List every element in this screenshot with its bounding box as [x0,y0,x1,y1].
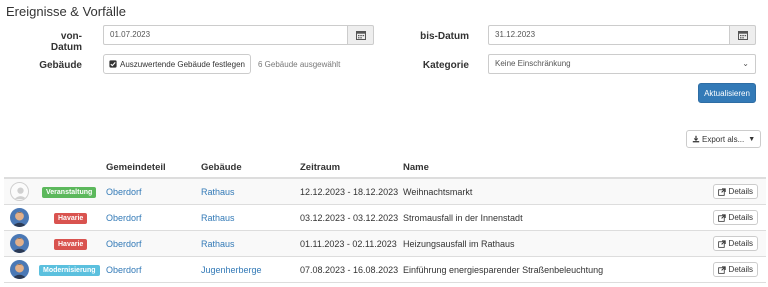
download-icon [692,135,700,143]
district-link[interactable]: Oberdorf [106,265,142,275]
table-row: Modernisierung Oberdorf Jugenherberge 07… [4,257,766,283]
details-label: Details [728,213,753,222]
check-square-icon [109,60,117,68]
to-date-calendar-button[interactable] [730,25,756,45]
district-link[interactable]: Oberdorf [106,213,142,223]
export-label: Export als... [702,134,745,144]
details-label: Details [728,187,753,196]
chevron-down-icon: ⌄ [742,59,749,68]
avatar [10,234,29,253]
refresh-button[interactable]: Aktualisieren [698,83,756,103]
building-link[interactable]: Rathaus [201,213,235,223]
category-badge: Modernisierung [39,265,100,276]
from-date-label: von-Datum [50,31,82,53]
category-badge: Havarie [54,213,88,224]
details-button[interactable]: Details [712,262,758,277]
category-label: Kategorie [422,60,469,71]
table-row: Havarie Oberdorf Rathaus 01.11.2023 - 02… [4,231,766,257]
details-button[interactable]: Details [712,184,758,199]
from-date-calendar-button[interactable] [348,25,374,45]
to-date-label: bis-Datum [420,31,469,42]
period-cell: 01.11.2023 - 02.11.2023 [300,239,397,249]
building-link[interactable]: Rathaus [201,187,235,197]
column-header-period: Zeitraum [300,162,341,173]
export-dropdown-button[interactable]: Export als... ▼ [686,130,762,148]
event-name-cell: Stromausfall in der Innenstadt [403,213,523,223]
category-badge: Havarie [54,239,88,250]
external-link-icon [717,213,726,222]
select-buildings-label: Auszuwertende Gebäude festlegen [120,59,245,69]
buildings-selected-count: 6 Gebäude ausgewählt [258,60,341,69]
table-row: Havarie Oberdorf Rathaus 03.12.2023 - 03… [4,205,766,231]
district-link[interactable]: Oberdorf [106,187,142,197]
to-date-input[interactable]: 31.12.2023 [488,25,730,45]
column-header-name: Name [403,162,429,173]
user-icon [10,182,29,201]
category-badge: Veranstaltung [42,187,97,198]
event-name-cell: Weihnachtsmarkt [403,187,473,197]
period-cell: 03.12.2023 - 03.12.2023 [300,213,399,223]
details-button[interactable]: Details [712,236,758,251]
calendar-icon [737,31,748,40]
calendar-icon [355,31,366,40]
column-header-district: Gemeindeteil [106,162,166,173]
details-button[interactable]: Details [712,210,758,225]
table-row: Veranstaltung Oberdorf Rathaus 12.12.202… [4,179,766,205]
details-label: Details [728,265,753,274]
category-select[interactable]: Keine Einschränkung ⌄ [488,54,756,74]
from-date-input[interactable]: 01.07.2023 [103,25,348,45]
details-label: Details [728,239,753,248]
page-title: Ereignisse & Vorfälle [6,4,126,19]
external-link-icon [717,265,726,274]
building-link[interactable]: Rathaus [201,239,235,249]
select-buildings-button[interactable]: Auszuwertende Gebäude festlegen [103,54,251,74]
event-name-cell: Einführung energiesparender Straßenbeleu… [403,265,604,275]
event-name-cell: Heizungsausfall im Rathaus [403,239,515,249]
caret-down-icon: ▼ [748,135,756,143]
avatar [10,260,29,279]
external-link-icon [717,187,726,196]
external-link-icon [717,239,726,248]
column-header-building: Gebäude [201,162,242,173]
district-link[interactable]: Oberdorf [106,239,142,249]
buildings-label: Gebäude [39,60,82,71]
period-cell: 12.12.2023 - 18.12.2023 [300,187,399,197]
period-cell: 07.08.2023 - 16.08.2023 [300,265,399,275]
building-link[interactable]: Jugenherberge [201,265,262,275]
avatar [10,208,29,227]
category-selected-value: Keine Einschränkung [495,59,571,68]
